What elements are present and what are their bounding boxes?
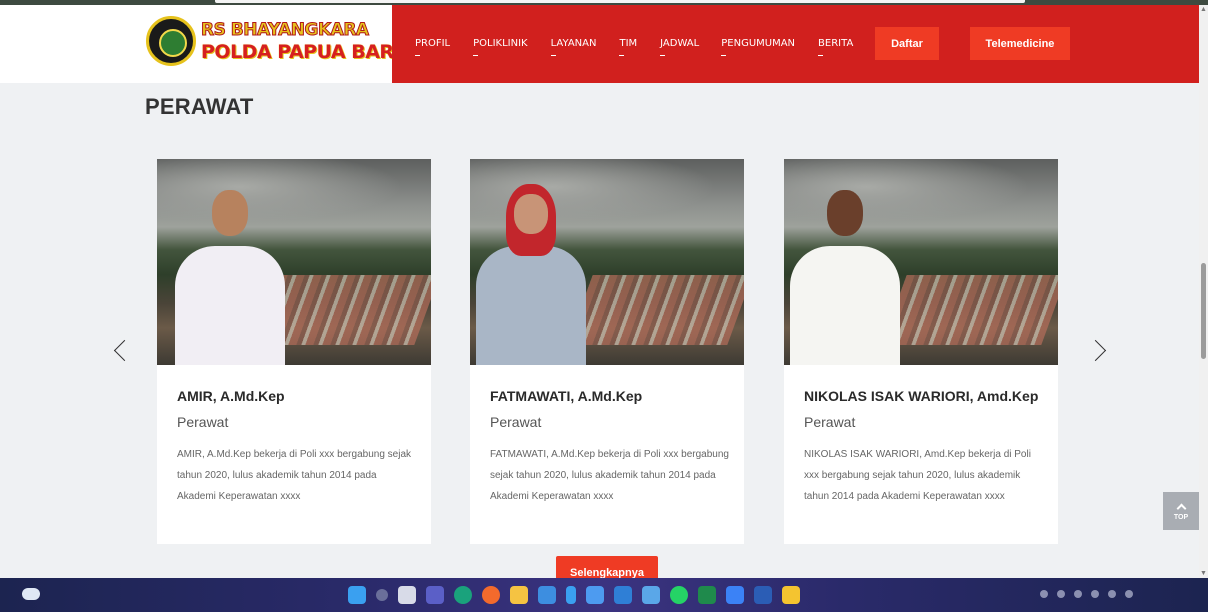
telemedicine-button[interactable]: Telemedicine — [970, 27, 1070, 60]
search-icon[interactable] — [376, 589, 388, 601]
site-header: RS BHAYANGKARA POLDA PAPUA BARAT PROFIL … — [0, 5, 1199, 83]
logo-line1: RS BHAYANGKARA — [201, 20, 370, 41]
staff-card[interactable]: FATMAWATI, A.Md.Kep Perawat FATMAWATI, A… — [470, 159, 744, 544]
staff-name: AMIR, A.Md.Kep — [177, 388, 285, 404]
meet-icon[interactable] — [426, 586, 444, 604]
dropbox-icon[interactable] — [586, 586, 604, 604]
page-scrollbar[interactable]: ▲ ▼ — [1199, 5, 1208, 578]
daftar-button[interactable]: Daftar — [875, 27, 939, 60]
site-logo[interactable]: RS BHAYANGKARA POLDA PAPUA BARAT — [146, 16, 419, 66]
app-icon[interactable] — [566, 586, 576, 604]
staff-photo — [157, 159, 431, 365]
logo-line2: POLDA PAPUA BARAT — [201, 41, 419, 63]
main-nav: PROFIL POLIKLINIK LAYANAN TIM JADWAL PEN… — [415, 38, 876, 56]
staff-description: FATMAWATI, A.Md.Kep bekerja di Poli xxx … — [490, 449, 729, 502]
os-taskbar — [0, 578, 1208, 612]
section-title: PERAWAT — [145, 94, 254, 119]
task-view-icon[interactable] — [398, 586, 416, 604]
edge-icon[interactable] — [454, 586, 472, 604]
back-to-top-label: TOP — [1173, 513, 1189, 521]
system-tray[interactable] — [1040, 590, 1133, 598]
staff-photo — [784, 159, 1058, 365]
firefox-icon[interactable] — [482, 586, 500, 604]
nav-item-profil[interactable]: PROFIL — [415, 38, 450, 56]
carousel-prev-chevron-left-icon[interactable] — [112, 335, 132, 365]
staff-role: Perawat — [177, 414, 229, 430]
nav-item-tim[interactable]: TIM — [619, 38, 637, 56]
staff-name: FATMAWATI, A.Md.Kep — [490, 388, 643, 404]
chevron-up-icon — [1176, 503, 1186, 513]
scroll-up-icon[interactable]: ▲ — [1200, 6, 1207, 13]
todo-icon[interactable] — [726, 586, 744, 604]
staff-card[interactable]: NIKOLAS ISAK WARIORI, Amd.Kep Perawat NI… — [784, 159, 1058, 544]
staff-role: Perawat — [804, 414, 856, 430]
staff-description: NIKOLAS ISAK WARIORI, Amd.Kep bekerja di… — [804, 449, 1031, 502]
nav-item-layanan[interactable]: LAYANAN — [550, 38, 596, 56]
windows-start-icon[interactable] — [348, 586, 366, 604]
sticky-notes-icon[interactable] — [782, 586, 800, 604]
browser-address-bar[interactable] — [215, 0, 1025, 3]
carousel-next-chevron-right-icon[interactable] — [1088, 335, 1108, 365]
photos-icon[interactable] — [642, 586, 660, 604]
staff-photo — [470, 159, 744, 365]
staff-role: Perawat — [490, 414, 542, 430]
mail-icon[interactable] — [614, 586, 632, 604]
staff-description: AMIR, A.Md.Kep bekerja di Poli xxx berga… — [177, 449, 412, 502]
nav-item-poliklinik[interactable]: POLIKLINIK — [473, 38, 528, 56]
back-to-top-button[interactable]: TOP — [1163, 492, 1199, 530]
staff-card[interactable]: AMIR, A.Md.Kep Perawat AMIR, A.Md.Kep be… — [157, 159, 431, 544]
scroll-thumb[interactable] — [1201, 263, 1206, 359]
scroll-down-icon[interactable]: ▼ — [1200, 570, 1207, 577]
excel-icon[interactable] — [698, 586, 716, 604]
staff-name: NIKOLAS ISAK WARIORI, Amd.Kep — [804, 388, 1039, 404]
whatsapp-icon[interactable] — [670, 586, 688, 604]
nav-item-pengumuman[interactable]: PENGUMUMAN — [721, 38, 795, 56]
logo-text: RS BHAYANGKARA POLDA PAPUA BARAT — [201, 19, 420, 64]
taskbar-apps — [348, 586, 800, 604]
word-icon[interactable] — [754, 586, 772, 604]
nav-item-jadwal[interactable]: JADWAL — [660, 38, 699, 56]
weather-icon[interactable] — [22, 588, 40, 600]
nav-item-berita[interactable]: BERITA — [818, 38, 853, 56]
file-explorer-icon[interactable] — [510, 586, 528, 604]
logo-emblem-icon — [146, 16, 196, 66]
store-icon[interactable] — [538, 586, 556, 604]
